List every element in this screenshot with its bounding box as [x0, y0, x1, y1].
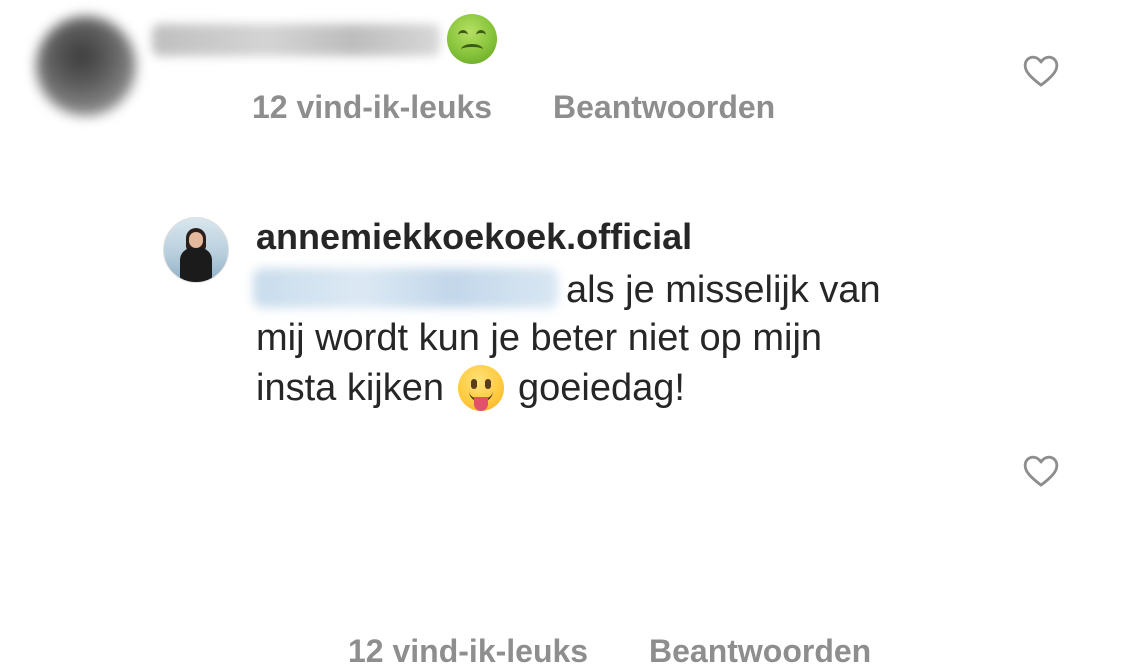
comment-username[interactable]: annemiekkoekoek.official	[256, 216, 692, 258]
likes-count[interactable]: 12 vind-ik-leuks	[348, 633, 588, 670]
comment-item: annemiekkoekoek.official als je misselij…	[0, 200, 1125, 669]
comment-text-line: mij wordt kun je beter niet op mijn	[256, 317, 823, 359]
comment-item: 12 vind-ik-leuks Beantwoorden	[0, 0, 1125, 150]
comment-text-segment: goeiedag!	[517, 366, 685, 409]
comment-text-segment: insta kijken	[256, 366, 444, 409]
reply-button[interactable]: Beantwoorden	[649, 633, 871, 670]
likes-count[interactable]: 12 vind-ik-leuks	[252, 89, 492, 126]
heart-outline-icon[interactable]	[1021, 51, 1061, 91]
tongue-out-emoji-icon	[457, 364, 504, 411]
comment-text-line: insta kijken goeiedag!	[256, 362, 956, 412]
heart-outline-icon[interactable]	[1021, 451, 1061, 491]
avatar[interactable]	[163, 217, 229, 283]
comment-text-line: als je misselijk van	[566, 269, 881, 311]
blurred-mention[interactable]	[253, 268, 558, 308]
comment-meta: 12 vind-ik-leuks Beantwoorden	[348, 633, 871, 670]
blurred-username[interactable]	[152, 24, 440, 56]
nauseated-face-emoji-icon	[447, 14, 497, 64]
reply-button[interactable]: Beantwoorden	[553, 89, 775, 126]
comment-meta: 12 vind-ik-leuks Beantwoorden	[252, 89, 775, 126]
avatar[interactable]	[36, 16, 136, 116]
